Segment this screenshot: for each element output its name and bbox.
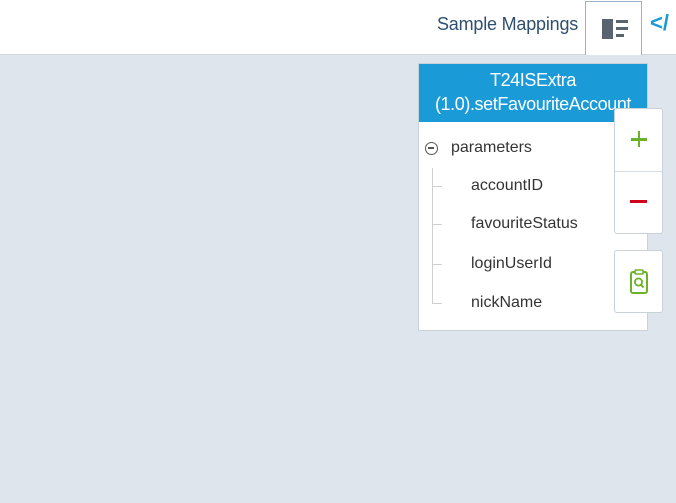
tree-root-label: parameters xyxy=(451,139,532,156)
tree-field-label: loginUserId xyxy=(471,255,552,272)
tree-field-label: favouriteStatus xyxy=(471,215,578,232)
tree-field-label: accountID xyxy=(471,177,544,194)
code-view-button[interactable]: </ xyxy=(650,10,669,36)
tree-root-parameters[interactable]: parameters xyxy=(425,138,532,158)
layout-toggle-icon xyxy=(602,19,628,39)
tree-branch-line xyxy=(432,263,442,265)
service-node-title-line1: T24ISExtra xyxy=(489,70,577,90)
layout-toggle-button[interactable] xyxy=(585,1,642,55)
tree-branch-line xyxy=(432,185,442,187)
sample-mappings-link[interactable]: Sample Mappings xyxy=(437,14,578,35)
document-search-icon xyxy=(630,269,648,294)
tree-field-accountid[interactable]: accountID xyxy=(432,176,543,196)
tree-branch-line xyxy=(432,302,442,304)
tree-field-label: nickName xyxy=(471,294,543,311)
tree-field-nickname[interactable]: nickName xyxy=(432,293,542,313)
top-toolbar: Sample Mappings </ xyxy=(0,0,676,55)
zoom-out-button[interactable] xyxy=(615,172,662,233)
tree-field-favouritestatus[interactable]: favouriteStatus xyxy=(432,214,578,234)
tree-field-loginuserid[interactable]: loginUserId xyxy=(432,254,552,274)
fit-to-screen-button[interactable] xyxy=(614,250,663,313)
tree-branch-line xyxy=(432,223,442,225)
minus-circle-icon[interactable] xyxy=(425,141,438,155)
zoom-in-button[interactable] xyxy=(615,109,662,172)
service-node-title-line2: (1.0).setFavouriteAccount xyxy=(434,94,632,114)
service-node-title[interactable]: T24ISExtra (1.0).setFavouriteAccount xyxy=(419,64,647,122)
zoom-controls xyxy=(614,108,663,234)
